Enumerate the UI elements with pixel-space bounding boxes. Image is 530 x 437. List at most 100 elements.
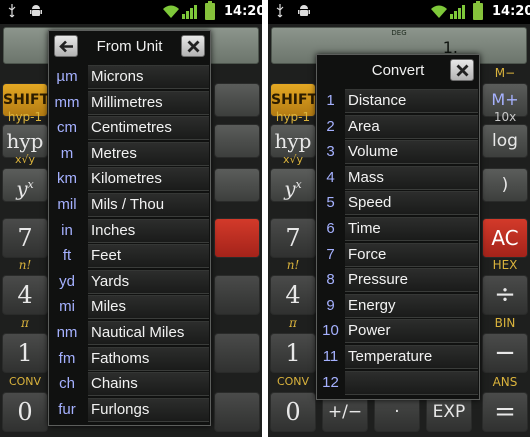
category-row-0[interactable]: 1 Distance [317,89,479,115]
unit-row-2[interactable]: cm Centimetres [49,116,210,142]
category-row-10[interactable]: 11 Temperature [317,345,479,371]
category-number: 10 [322,322,339,340]
category-number: 4 [326,168,335,186]
unit-symbol: µm [56,68,78,85]
unit-symbol: fur [58,400,76,418]
category-number: 2 [326,117,335,135]
unit-name: Kilometres [88,167,209,192]
android-icon [30,5,42,16]
category-name: Speed [345,191,478,216]
seven-key[interactable]: 7 [2,218,48,258]
category-name: Energy [345,293,478,318]
unit-symbol: km [57,170,77,188]
divide-key[interactable]: ÷ [482,275,528,315]
seven-key[interactable]: 7 [270,218,316,258]
angle-mode-indicator: DEG [391,29,407,37]
unit-name: Inches [88,218,209,243]
category-row-8[interactable]: 9 Energy [317,293,479,320]
unit-name: Millimetres [88,90,209,115]
category-row-6[interactable]: 7 Force [317,242,479,269]
power-key[interactable]: yx [2,168,48,202]
unit-row-4[interactable]: km Kilometres [49,167,210,193]
paren-key-left[interactable] [214,168,260,202]
zero-key[interactable]: 0 [270,392,316,432]
log-key[interactable]: log [482,124,528,158]
unit-row-8[interactable]: yd Yards [49,269,210,296]
wifi-icon [163,5,179,18]
unit-row-9[interactable]: mi Miles [49,295,210,321]
category-row-7[interactable]: 8 Pressure [317,268,479,294]
four-key[interactable]: 4 [2,275,48,315]
unit-row-5[interactable]: mil Mils / Thou [49,193,210,219]
category-number: 12 [322,373,339,391]
four-key[interactable]: 4 [270,275,316,315]
divide-key-left[interactable] [214,275,260,315]
close-paren-key[interactable]: ) [482,168,528,202]
power-key[interactable]: yx [270,168,316,202]
category-name: Power [345,319,478,344]
unit-row-0[interactable]: µm Microns [49,65,210,91]
unit-row-1[interactable]: mm Millimetres [49,90,210,117]
category-number: 3 [326,143,335,161]
conv-label: CONV [276,375,310,388]
category-number: 7 [326,245,335,263]
phone-screen-right: 14:20 DEG 1. SHIFT hyp-1 hyp x√y yx 7 n!… [268,0,530,437]
category-row-4[interactable]: 5 Speed [317,191,479,217]
unit-symbol: mm [54,93,80,111]
wifi-icon [431,5,447,18]
unit-row-6[interactable]: in Inches [49,218,210,245]
category-row-5[interactable]: 6 Time [317,217,479,243]
category-name: Time [345,217,478,241]
one-key[interactable]: 1 [270,333,316,373]
close-button[interactable] [181,35,205,57]
unit-row-11[interactable]: fm Fathoms [49,346,210,373]
category-number: 9 [326,296,335,314]
unit-symbol: mi [59,298,75,316]
unit-row-13[interactable]: fur Furlongs [49,397,210,424]
category-name: Area [345,114,478,139]
unit-name: Miles [88,295,209,320]
unit-row-3[interactable]: m Metres [49,141,210,168]
category-number: 6 [326,220,335,237]
unit-symbol: nm [56,324,78,341]
minus-key[interactable]: − [482,333,528,373]
unit-symbol: mil [57,196,77,213]
memory-key-left[interactable] [214,83,260,117]
category-row-9[interactable]: 10 Power [317,319,479,345]
category-number: 11 [322,348,339,365]
battery-icon [473,1,483,20]
unit-name: Furlongs [88,397,209,422]
category-number: 8 [326,271,335,289]
category-row-1[interactable]: 2 Area [317,114,479,141]
close-button[interactable] [450,59,474,81]
conv-label: CONV [8,375,42,388]
category-name [345,370,478,395]
one-key[interactable]: 1 [2,333,48,373]
category-name: Temperature [345,345,478,369]
all-clear-key[interactable]: AC [482,218,528,258]
ac-key-left[interactable] [214,218,260,258]
power-key-exponent: x [295,178,302,191]
equals-key[interactable]: = [482,392,528,432]
unit-symbol: m [60,144,74,162]
minus-key-left[interactable] [214,333,260,373]
factorial-label: n! [286,258,300,272]
zero-key[interactable]: 0 [2,392,48,432]
unit-row-10[interactable]: nm Nautical Miles [49,321,210,347]
unit-row-12[interactable]: ch Chains [49,372,210,398]
category-row-2[interactable]: 3 Volume [317,140,479,166]
pi-label: π [21,316,29,330]
category-row-11[interactable]: 12 [317,370,479,397]
convert-dialog: Convert 1 Distance 2 Area 3 Volume 4 Mass 5 Speed… [316,54,480,400]
unit-row-7[interactable]: ft Feet [49,244,210,270]
category-name: Volume [345,140,478,165]
equals-key-left[interactable] [214,392,260,432]
unit-name: Metres [88,141,209,166]
category-name: Mass [345,165,478,190]
category-name: Pressure [345,268,478,293]
dialog-header: Convert [317,55,479,87]
memory-minus-label: M− [494,66,516,80]
category-row-3[interactable]: 4 Mass [317,165,479,192]
log-key-left[interactable] [214,124,260,158]
power-key-base: y [284,176,296,201]
